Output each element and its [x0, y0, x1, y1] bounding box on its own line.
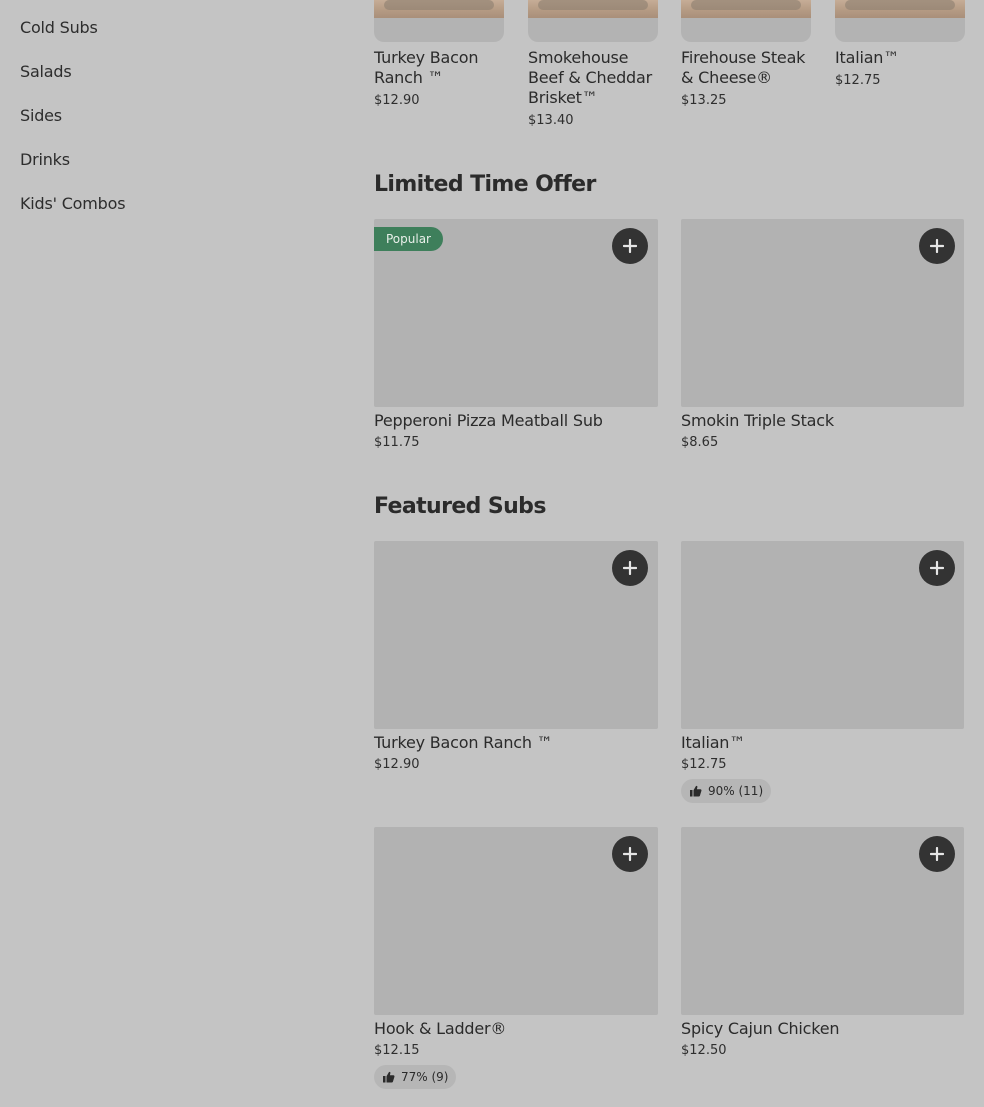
item-price: $8.65 — [681, 435, 719, 450]
rating-text: 90% (11) — [708, 784, 764, 798]
top-carousel: Turkey Bacon Ranch ™ $12.90 Smokehouse B… — [374, 0, 974, 140]
add-to-cart-button[interactable] — [919, 836, 955, 872]
plus-icon — [623, 239, 637, 253]
item-name: Italian™ — [681, 733, 746, 752]
sidebar-item-cold-subs[interactable]: Cold Subs — [20, 17, 320, 61]
item-name: Smokin Triple Stack — [681, 411, 834, 430]
item-price: $12.75 — [681, 757, 727, 772]
sidebar-item-sides[interactable]: Sides — [20, 105, 320, 149]
item-image — [528, 0, 658, 42]
item-price: $12.50 — [681, 1043, 727, 1058]
item-price: $12.75 — [835, 73, 881, 88]
item-price: $12.15 — [374, 1043, 420, 1058]
rating-badge: 90% (11) — [681, 779, 772, 803]
item-image — [374, 0, 504, 42]
sidebar-item-salads[interactable]: Salads — [20, 61, 320, 105]
plus-icon — [930, 561, 944, 575]
plus-icon — [623, 561, 637, 575]
item-price: $11.75 — [374, 435, 420, 450]
item-image — [835, 0, 965, 42]
item-price: $13.25 — [681, 93, 727, 108]
rating-text: 77% (9) — [401, 1070, 449, 1084]
add-to-cart-button[interactable] — [919, 228, 955, 264]
item-name: Spicy Cajun Chicken — [681, 1019, 840, 1038]
plus-icon — [930, 239, 944, 253]
rating-badge: 77% (9) — [374, 1065, 457, 1089]
add-to-cart-button[interactable] — [612, 228, 648, 264]
item-price: $12.90 — [374, 757, 420, 772]
sidebar-item-drinks[interactable]: Drinks — [20, 149, 320, 193]
add-to-cart-button[interactable] — [612, 550, 648, 586]
popular-badge: Popular — [374, 227, 443, 251]
item-image — [681, 0, 811, 42]
section-title-featured: Featured Subs — [374, 494, 546, 519]
item-price: $12.90 — [374, 93, 420, 108]
add-to-cart-button[interactable] — [919, 550, 955, 586]
add-to-cart-button[interactable] — [612, 836, 648, 872]
plus-icon — [930, 847, 944, 861]
section-title-limited-time: Limited Time Offer — [374, 172, 596, 197]
item-name: Italian™ — [835, 48, 900, 67]
item-name: Firehouse Steak & Cheese® — [681, 48, 806, 87]
item-name: Turkey Bacon Ranch ™ — [374, 733, 553, 752]
sidebar-item-kids-combos[interactable]: Kids' Combos — [20, 193, 320, 237]
item-name: Turkey Bacon Ranch ™ — [374, 48, 479, 87]
item-price: $13.40 — [528, 113, 574, 128]
item-name: Smokehouse Beef & Cheddar Brisket™ — [528, 48, 652, 107]
thumbs-up-icon — [690, 785, 702, 797]
plus-icon — [623, 847, 637, 861]
item-name: Hook & Ladder® — [374, 1019, 507, 1038]
category-sidebar: Cold Subs Salads Sides Drinks Kids' Comb… — [20, 17, 320, 237]
item-name: Pepperoni Pizza Meatball Sub — [374, 411, 603, 430]
thumbs-up-icon — [383, 1071, 395, 1083]
